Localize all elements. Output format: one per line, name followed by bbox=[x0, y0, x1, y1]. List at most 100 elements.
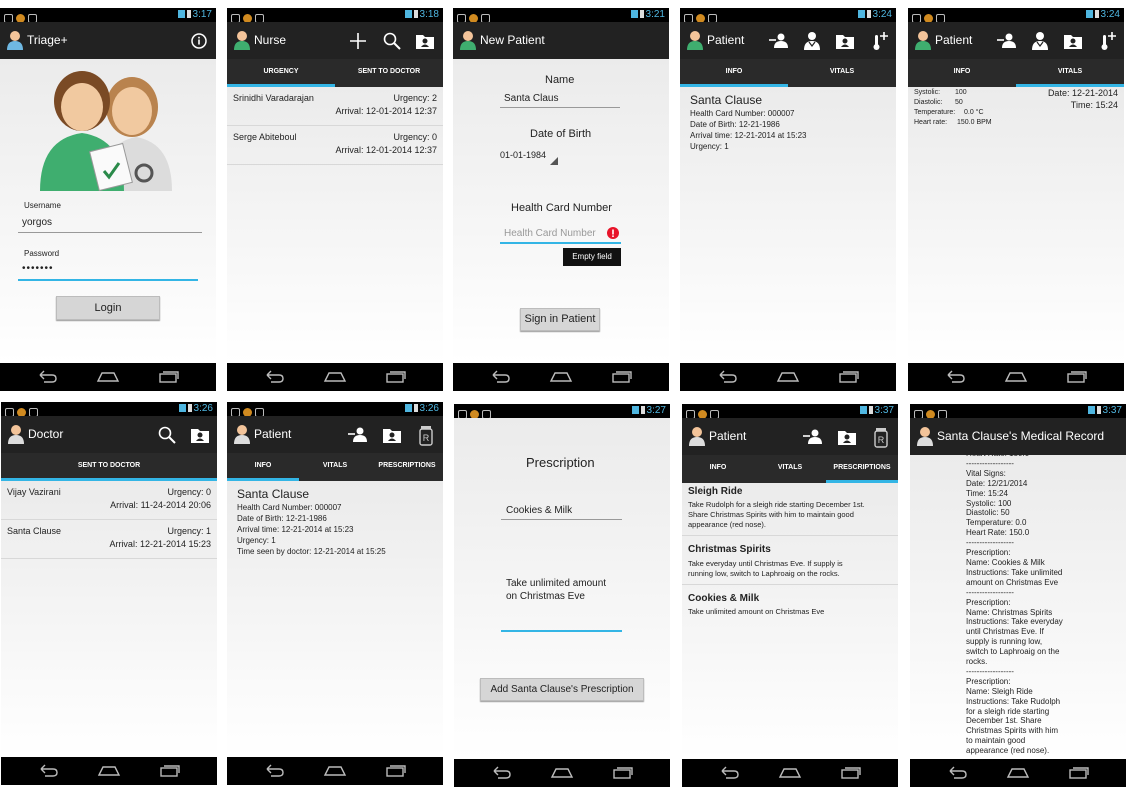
info-icon[interactable] bbox=[188, 30, 210, 52]
patient-record-icon[interactable] bbox=[381, 424, 403, 446]
search-icon[interactable] bbox=[156, 424, 178, 446]
prescription-item[interactable]: Sleigh Ride Take Rudolph for a sleigh ri… bbox=[682, 483, 898, 536]
back-icon[interactable] bbox=[946, 765, 968, 779]
tab-info[interactable]: INFO bbox=[682, 455, 754, 483]
doctor-icon[interactable] bbox=[801, 30, 823, 52]
back-icon[interactable] bbox=[490, 765, 512, 779]
prescription-name-value: Cookies & Milk bbox=[506, 505, 573, 516]
password-field[interactable]: ••••••• bbox=[18, 261, 198, 281]
tab-info[interactable]: INFO bbox=[680, 59, 788, 87]
add-icon[interactable] bbox=[347, 30, 369, 52]
send-to-doctor-icon[interactable] bbox=[347, 424, 369, 446]
systolic-label: Systolic: bbox=[914, 89, 941, 96]
screen-patient-info: 3:24 Patient INFO VITALS Santa Clause He… bbox=[680, 8, 896, 391]
back-icon[interactable] bbox=[944, 369, 966, 383]
back-icon[interactable] bbox=[37, 763, 59, 777]
home-icon[interactable] bbox=[1006, 765, 1030, 779]
tab-bar: URGENCY SENT TO DOCTOR bbox=[227, 59, 443, 87]
send-to-doctor-icon[interactable] bbox=[996, 30, 1018, 52]
patient-row[interactable]: Srinidhi Varadarajan Urgency: 2 Arrival:… bbox=[227, 87, 443, 126]
home-icon[interactable] bbox=[97, 763, 121, 777]
status-bar: 3:24 bbox=[908, 8, 1124, 23]
tab-sent-to-doctor[interactable]: SENT TO DOCTOR bbox=[1, 453, 217, 481]
recent-apps-icon[interactable] bbox=[840, 765, 862, 779]
prescription-bottle-icon[interactable]: R bbox=[870, 426, 892, 448]
tab-vitals[interactable]: VITALS bbox=[788, 59, 896, 87]
health-card-field[interactable]: Health Card Number bbox=[500, 226, 621, 244]
patient-row[interactable]: Santa Clause Urgency: 1 Arrival: 12-21-2… bbox=[1, 520, 217, 559]
home-icon[interactable] bbox=[1004, 369, 1028, 383]
recent-apps-icon[interactable] bbox=[158, 369, 180, 383]
patient-urgency: Urgency: 0 bbox=[167, 487, 211, 497]
prescription-instructions-field[interactable]: Take unlimited amount on Christmas Eve bbox=[501, 576, 622, 632]
record-line: Name: Cookies & Milk bbox=[966, 557, 1045, 567]
back-icon[interactable] bbox=[718, 765, 740, 779]
username-field[interactable]: yorgos bbox=[18, 214, 202, 233]
home-icon[interactable] bbox=[776, 369, 800, 383]
patient-record-icon[interactable] bbox=[834, 30, 856, 52]
tab-prescriptions[interactable]: PRESCRIPTIONS bbox=[826, 455, 898, 483]
patient-row[interactable]: Vijay Vazirani Urgency: 0 Arrival: 11-24… bbox=[1, 481, 217, 520]
add-prescription-button[interactable]: Add Santa Clause's Prescription bbox=[480, 678, 644, 701]
record-line: appearance (red nose). bbox=[966, 746, 1050, 756]
recent-apps-icon[interactable] bbox=[159, 763, 181, 777]
home-icon[interactable] bbox=[549, 369, 573, 383]
prescription-item[interactable]: Cookies & Milk Take unlimited amount on … bbox=[682, 585, 898, 621]
search-icon[interactable] bbox=[381, 30, 403, 52]
tab-prescriptions[interactable]: PRESCRIPTIONS bbox=[371, 453, 443, 481]
back-icon[interactable] bbox=[263, 369, 285, 383]
sign-in-patient-button[interactable]: Sign in Patient bbox=[520, 308, 600, 331]
back-icon[interactable] bbox=[263, 763, 285, 777]
recent-apps-icon[interactable] bbox=[1066, 369, 1088, 383]
name-field[interactable]: Santa Claus bbox=[500, 90, 620, 108]
clock: 3:21 bbox=[645, 9, 665, 20]
tab-vitals[interactable]: VITALS bbox=[299, 453, 371, 481]
recent-apps-icon[interactable] bbox=[1068, 765, 1090, 779]
add-vitals-thermometer-icon[interactable] bbox=[1096, 30, 1118, 52]
medical-record-scroll[interactable]: Heart Rate: 150.0------------------Vital… bbox=[910, 455, 1126, 759]
prescription-bottle-icon[interactable]: R bbox=[415, 424, 437, 446]
record-line: Vital Signs: bbox=[966, 468, 1006, 478]
recent-apps-icon[interactable] bbox=[611, 369, 633, 383]
back-icon[interactable] bbox=[36, 369, 58, 383]
patient-row[interactable]: Serge Abiteboul Urgency: 0 Arrival: 12-0… bbox=[227, 126, 443, 165]
dob-line: Date of Birth: 12-21-1986 bbox=[237, 514, 327, 523]
back-icon[interactable] bbox=[489, 369, 511, 383]
recent-apps-icon[interactable] bbox=[838, 369, 860, 383]
health-card-line: Health Card Number: 000007 bbox=[690, 109, 795, 118]
patient-record-icon[interactable] bbox=[836, 426, 858, 448]
tab-info[interactable]: INFO bbox=[908, 59, 1016, 87]
app-title: Patient bbox=[254, 427, 292, 441]
action-bar: Patient bbox=[908, 22, 1124, 59]
home-icon[interactable] bbox=[550, 765, 574, 779]
doctor-icon[interactable] bbox=[1029, 30, 1051, 52]
tab-sent-to-doctor[interactable]: SENT TO DOCTOR bbox=[335, 59, 443, 87]
temperature-value: 0.0 °C bbox=[964, 109, 984, 116]
prescription-name-field[interactable]: Cookies & Milk bbox=[501, 502, 622, 520]
login-button[interactable]: Login bbox=[56, 296, 160, 320]
prescription-text: Take Rudolph for a sleigh ride starting … bbox=[688, 500, 865, 509]
tab-urgency[interactable]: URGENCY bbox=[227, 59, 335, 87]
recent-apps-icon[interactable] bbox=[385, 763, 407, 777]
patient-record-icon[interactable] bbox=[414, 30, 436, 52]
home-icon[interactable] bbox=[778, 765, 802, 779]
back-icon[interactable] bbox=[716, 369, 738, 383]
home-icon[interactable] bbox=[323, 369, 347, 383]
prescription-item[interactable]: Christmas Spirits Take everyday until Ch… bbox=[682, 536, 898, 585]
dob-spinner[interactable]: 01-01-1984 bbox=[500, 147, 558, 165]
patient-record-icon[interactable] bbox=[189, 424, 211, 446]
tab-info[interactable]: INFO bbox=[227, 453, 299, 481]
patient-record-icon[interactable] bbox=[1062, 30, 1084, 52]
add-vitals-thermometer-icon[interactable] bbox=[868, 30, 890, 52]
recent-apps-icon[interactable] bbox=[612, 765, 634, 779]
tab-vitals[interactable]: VITALS bbox=[754, 455, 826, 483]
send-to-doctor-icon[interactable] bbox=[802, 426, 824, 448]
patient-urgency: Urgency: 1 bbox=[167, 526, 211, 536]
home-icon[interactable] bbox=[323, 763, 347, 777]
recent-apps-icon[interactable] bbox=[385, 369, 407, 383]
prescription-text: Take everyday until Christmas Eve. If su… bbox=[688, 559, 843, 568]
dob-line: Date of Birth: 12-21-1986 bbox=[690, 120, 780, 129]
home-icon[interactable] bbox=[96, 369, 120, 383]
tab-vitals[interactable]: VITALS bbox=[1016, 59, 1124, 87]
send-to-doctor-icon[interactable] bbox=[768, 30, 790, 52]
